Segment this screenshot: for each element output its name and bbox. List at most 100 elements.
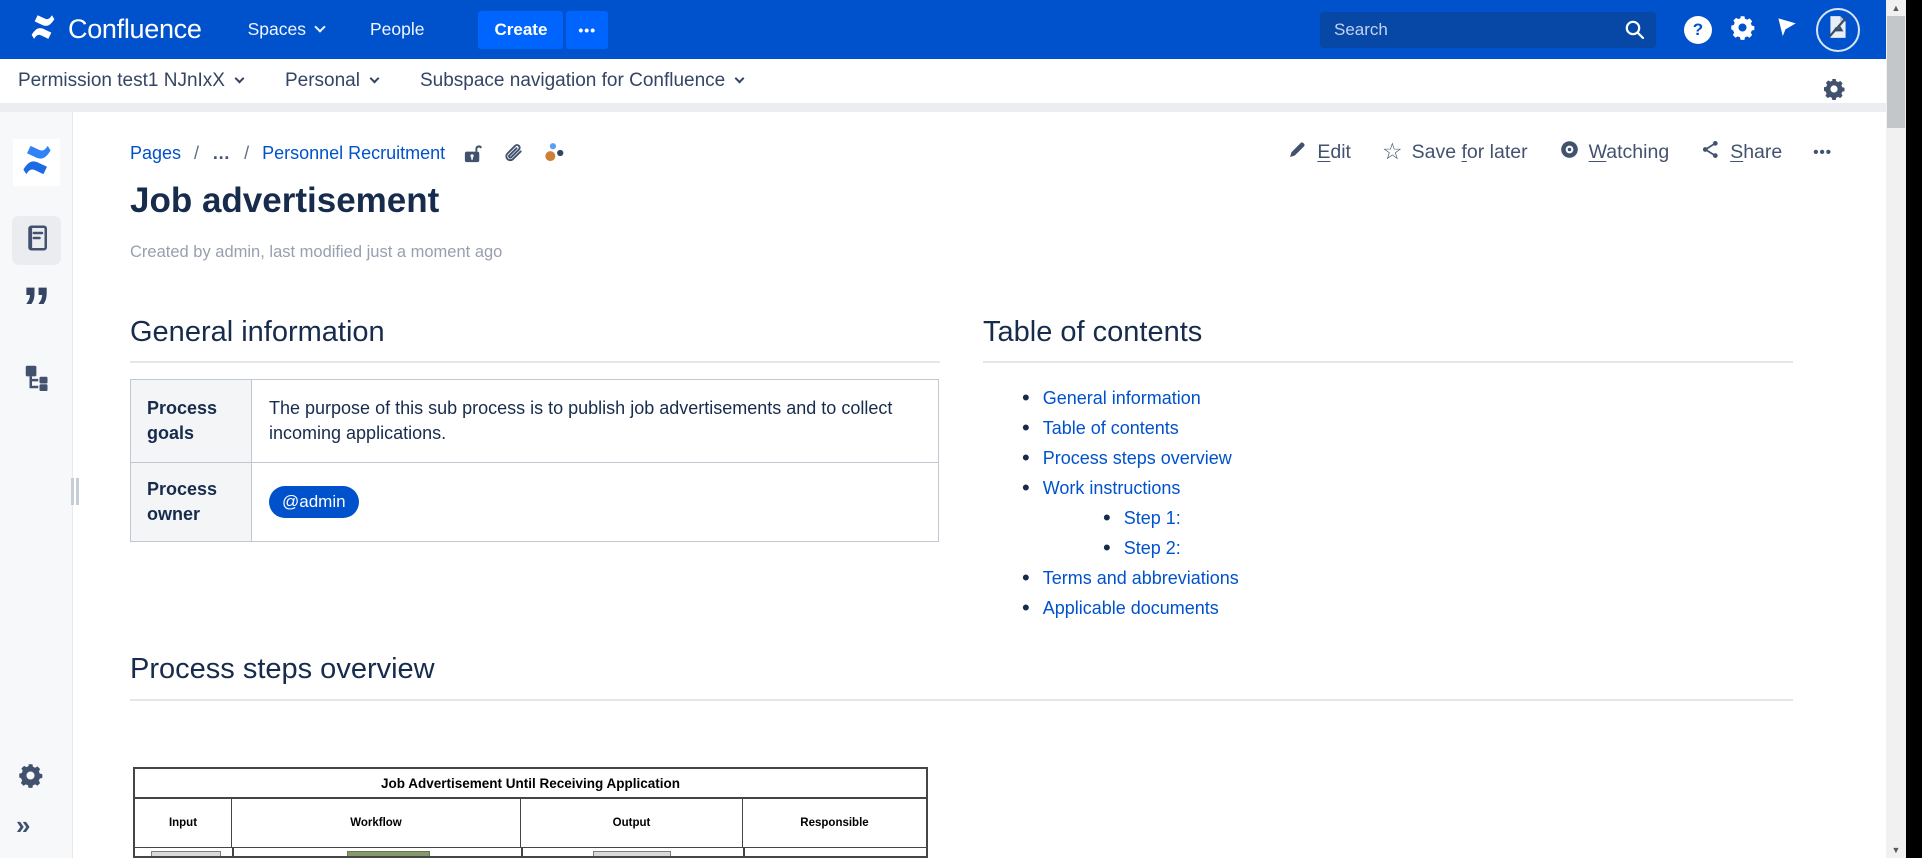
gear-icon	[1729, 14, 1756, 46]
divider	[983, 361, 1793, 363]
broken-image-icon	[1825, 14, 1851, 45]
pencil-icon	[1287, 139, 1308, 166]
scroll-down-button[interactable]: ▼	[1886, 842, 1906, 858]
toc-link-table-of-contents[interactable]: Table of contents	[1043, 418, 1179, 439]
diagram-column-input: Input	[135, 799, 232, 847]
attachments-paperclip-icon[interactable]	[502, 142, 525, 165]
table-row: Process owner @admin	[131, 463, 939, 542]
gear-icon	[1822, 77, 1846, 101]
list-item: Table of contents	[1022, 413, 1239, 443]
sidebar-settings-button[interactable]	[17, 762, 44, 794]
scrollbar-thumb[interactable]	[1887, 16, 1905, 128]
space-menu[interactable]: Permission test1 NJnIxX	[18, 70, 243, 92]
chevron-down-icon	[235, 74, 245, 84]
list-item: Step 2:	[1103, 533, 1239, 563]
toc-link-work-instructions[interactable]: Work instructions	[1043, 478, 1181, 499]
process-goals-value: The purpose of this sub process is to pu…	[269, 396, 893, 446]
list-item: Process steps overview	[1022, 443, 1239, 473]
search-input[interactable]	[1320, 12, 1656, 48]
toc-link-terms-and-abbreviations[interactable]: Terms and abbreviations	[1043, 568, 1239, 589]
process-steps-heading: Process steps overview	[130, 653, 435, 686]
sidebar-item-pages[interactable]	[12, 216, 61, 265]
top-nav-right-group: ?	[1320, 8, 1906, 52]
breadcrumb-separator: /	[194, 143, 199, 164]
search-icon[interactable]	[1623, 18, 1647, 47]
diagram-output-box	[593, 851, 671, 858]
page-actions-bar: Edit ☆ Save for later Watching	[1287, 139, 1832, 166]
unrestricted-unlock-icon[interactable]	[462, 142, 485, 165]
list-item: General information	[1022, 383, 1239, 413]
space-header-bar: Permission test1 NJnIxX Personal Subspac…	[0, 59, 1906, 103]
toc-link-step-2[interactable]: Step 2:	[1124, 538, 1181, 559]
list-item: Terms and abbreviations	[1022, 563, 1239, 593]
notifications-button[interactable]	[1764, 8, 1808, 52]
user-avatar[interactable]	[1816, 8, 1860, 52]
diagram-workflow-box	[347, 851, 430, 858]
diagram-input-box	[151, 851, 221, 858]
chevron-down-icon	[735, 74, 745, 84]
personal-menu[interactable]: Personal	[285, 70, 378, 92]
toc-link-general-information[interactable]: General information	[1043, 388, 1201, 409]
sidebar-space-logo[interactable]	[13, 139, 60, 186]
divider	[130, 361, 940, 363]
breadcrumb-ellipsis-button[interactable]: …	[212, 143, 231, 164]
diagram-column-workflow: Workflow	[232, 799, 521, 847]
star-icon: ☆	[1382, 140, 1403, 163]
eye-icon	[1559, 139, 1580, 166]
breadcrumb: Pages / … / Personnel Recruitment	[130, 140, 567, 166]
subspace-label: Subspace navigation for Confluence	[420, 70, 725, 92]
app-dots-icon[interactable]	[542, 141, 567, 166]
watching-button[interactable]: Watching	[1559, 139, 1670, 166]
left-sidebar: ” »	[0, 112, 73, 858]
create-button[interactable]: Create	[478, 11, 563, 49]
share-button[interactable]: Share	[1700, 139, 1782, 166]
scroll-up-button[interactable]: ▲	[1886, 0, 1906, 16]
sidebar-item-page-tree[interactable]	[22, 362, 52, 397]
toc-link-process-steps-overview[interactable]: Process steps overview	[1043, 448, 1232, 469]
hierarchy-icon	[22, 379, 52, 396]
nav-item-people[interactable]: People	[370, 19, 425, 40]
watching-label: Watching	[1589, 141, 1670, 164]
journal-icon	[22, 223, 52, 258]
confluence-mark-icon	[19, 142, 55, 183]
user-mention-chip[interactable]: @admin	[269, 486, 359, 517]
sidebar-resize-handle[interactable]	[71, 478, 79, 505]
toc-link-applicable-documents[interactable]: Applicable documents	[1043, 598, 1219, 619]
table-of-contents-list: General information Table of contents Pr…	[1022, 383, 1239, 623]
toc-heading: Table of contents	[983, 316, 1202, 349]
header-divider	[0, 103, 1888, 112]
chevron-down-icon	[314, 21, 325, 32]
help-button[interactable]: ?	[1676, 8, 1720, 52]
edit-button[interactable]: Edit	[1287, 139, 1351, 166]
vertical-scrollbar[interactable]: ▲ ▼	[1886, 0, 1906, 858]
save-for-later-button[interactable]: ☆ Save for later	[1382, 141, 1528, 164]
diagram-header-row: Input Workflow Output Responsible	[135, 799, 926, 848]
process-diagram-image: Job Advertisement Until Receiving Applic…	[133, 767, 928, 858]
sidebar-item-blog[interactable]: ”	[0, 284, 73, 336]
quote-icon: ”	[22, 284, 51, 336]
sidebar-expand-button[interactable]: »	[16, 810, 30, 841]
nav-item-spaces[interactable]: Spaces	[248, 19, 324, 40]
confluence-home-link[interactable]: Confluence	[28, 12, 202, 47]
top-navigation-bar: Confluence Spaces People Create ••• ?	[0, 0, 1906, 59]
flag-icon	[1773, 14, 1799, 45]
edit-label: Edit	[1317, 141, 1351, 164]
space-name: Permission test1 NJnIxX	[18, 70, 225, 92]
toc-link-step-1[interactable]: Step 1:	[1124, 508, 1181, 529]
page-more-button[interactable]: •••	[1813, 144, 1832, 161]
subspace-navigation-menu[interactable]: Subspace navigation for Confluence	[420, 70, 743, 92]
nav-more-button[interactable]: •••	[566, 11, 608, 49]
list-item: Work instructions	[1022, 473, 1239, 503]
save-for-later-label: Save for later	[1412, 141, 1528, 164]
space-settings-button[interactable]	[1822, 77, 1846, 106]
screen: Confluence Spaces People Create ••• ?	[0, 0, 1922, 858]
admin-settings-button[interactable]	[1720, 8, 1764, 52]
chevron-down-icon	[370, 74, 380, 84]
browser-viewport: Confluence Spaces People Create ••• ?	[0, 0, 1906, 858]
breadcrumb-current-link[interactable]: Personnel Recruitment	[262, 143, 445, 164]
breadcrumb-pages-link[interactable]: Pages	[130, 143, 181, 164]
diagram-column-responsible: Responsible	[743, 799, 926, 847]
brand-name: Confluence	[68, 14, 202, 45]
search-box	[1320, 12, 1656, 48]
confluence-logo-icon	[28, 12, 58, 47]
